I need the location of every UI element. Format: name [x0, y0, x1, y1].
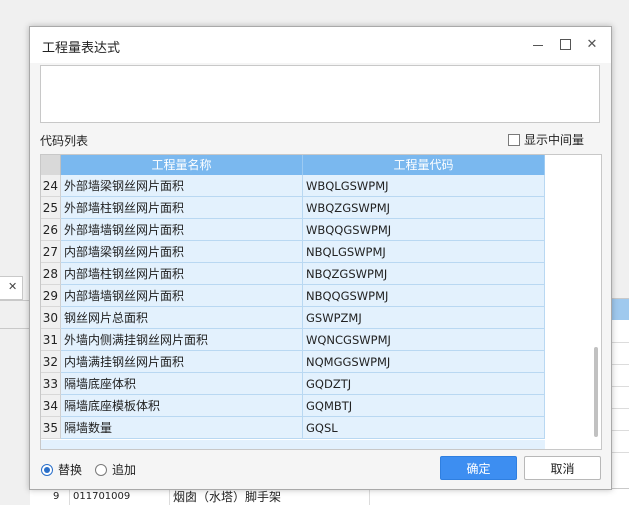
table-row[interactable]: 25 外部墙柱钢丝网片面积 WBQZGSWPMJ [41, 197, 545, 219]
row-number[interactable]: 35 [41, 417, 61, 439]
table-row[interactable]: 26 外部墙墙钢丝网片面积 WBQQGSWPMJ [41, 219, 545, 241]
quantity-code-cell[interactable]: WBQQGSWPMJ [303, 219, 545, 241]
row-number[interactable]: 30 [41, 307, 61, 329]
radio-selected-icon[interactable] [41, 463, 53, 476]
code-list-grid[interactable]: 工程量名称 工程量代码 24 外部墙梁钢丝网片面积 WBQLGSWPMJ 25 外部墙柱… [40, 154, 602, 450]
quantity-code-cell[interactable]: GSWPZMJ [303, 307, 545, 329]
minimize-icon [533, 45, 543, 46]
table-row[interactable]: 31 外墙内侧满挂钢丝网片面积 WQNCGSWPMJ [41, 329, 545, 351]
checkbox-icon[interactable] [508, 133, 520, 146]
quantity-name-cell[interactable]: 内部墙柱钢丝网片面积 [61, 263, 303, 285]
background-divider [0, 300, 30, 301]
background-row-line [610, 430, 629, 431]
quantity-name-cell[interactable]: 隔墙底座模板体积 [61, 395, 303, 417]
table-row[interactable]: 34 隔墙底座模板体积 GQMBTJ [41, 395, 545, 417]
quantity-code-cell[interactable]: GQDZTJ [303, 373, 545, 395]
table-row[interactable]: 24 外部墙梁钢丝网片面积 WBQLGSWPMJ [41, 175, 545, 197]
table-row[interactable]: 28 内部墙柱钢丝网片面积 NBQZGSWPMJ [41, 263, 545, 285]
show-intermediate-checkbox[interactable]: 显示中间量 [508, 131, 584, 148]
row-number[interactable]: 25 [41, 197, 61, 219]
replace-label: 替换 [58, 463, 83, 477]
quantity-code-cell[interactable]: GQSL [303, 417, 545, 439]
table-row[interactable]: 32 内墙满挂钢丝网片面积 NQMGGSWPMJ [41, 351, 545, 373]
row-number[interactable]: 26 [41, 219, 61, 241]
background-row-line [610, 408, 629, 409]
row-number[interactable]: 34 [41, 395, 61, 417]
quantity-code-cell[interactable]: NBQLGSWPMJ [303, 241, 545, 263]
quantity-name-cell[interactable]: 隔墙数量 [61, 417, 303, 439]
quantity-name-cell[interactable]: 内墙满挂钢丝网片面积 [61, 351, 303, 373]
column-header-code[interactable]: 工程量代码 [303, 155, 545, 175]
append-label: 追加 [112, 463, 137, 477]
table-row[interactable]: 33 隔墙底座体积 GQDZTJ [41, 373, 545, 395]
minimize-button[interactable] [528, 35, 548, 55]
background-panel [610, 320, 629, 490]
radio-unselected-icon[interactable] [95, 463, 107, 476]
dialog-title: 工程量表达式 [42, 41, 121, 56]
quantity-name-cell[interactable]: 外部墙柱钢丝网片面积 [61, 197, 303, 219]
quantity-code-cell[interactable]: NQMGGSWPMJ [303, 351, 545, 373]
expression-input[interactable] [40, 65, 600, 123]
table-row[interactable]: 27 内部墙梁钢丝网片面积 NBQLGSWPMJ [41, 241, 545, 263]
quantity-code-cell[interactable]: WBQLGSWPMJ [303, 175, 545, 197]
ok-button[interactable]: 确定 [440, 456, 517, 480]
quantity-code-cell[interactable]: NBQQGSWPMJ [303, 285, 545, 307]
code-list-label: 代码列表 [40, 134, 89, 148]
maximize-button[interactable] [555, 35, 575, 55]
close-button[interactable]: ✕ [582, 35, 602, 55]
quantity-name-cell[interactable]: 内部墙梁钢丝网片面积 [61, 241, 303, 263]
row-number[interactable]: 28 [41, 263, 61, 285]
grid-header: 工程量名称 工程量代码 [41, 155, 601, 175]
background-row-line [610, 386, 629, 387]
scrollbar-thumb[interactable] [594, 347, 598, 437]
close-icon: ✕ [586, 37, 598, 52]
maximize-icon [560, 39, 571, 50]
row-number[interactable]: 27 [41, 241, 61, 263]
grid-header-empty [545, 155, 601, 175]
row-number[interactable]: 24 [41, 175, 61, 197]
background-tab[interactable]: ✕ [0, 276, 23, 300]
title-bar[interactable]: 工程量表达式 ✕ [30, 27, 611, 63]
grid-corner[interactable] [41, 155, 61, 175]
quantity-name-cell[interactable]: 外部墙墙钢丝网片面积 [61, 219, 303, 241]
cancel-button[interactable]: 取消 [524, 456, 601, 480]
row-number[interactable]: 29 [41, 285, 61, 307]
vertical-scrollbar[interactable] [591, 175, 601, 449]
background-row-name: 烟囱（水塔）脚手架 [170, 489, 370, 505]
column-header-name[interactable]: 工程量名称 [61, 155, 303, 175]
background-row-line [610, 342, 629, 343]
background-table-row[interactable]: 9 011701009 烟囱（水塔）脚手架 [30, 488, 629, 505]
grid-footer [41, 440, 545, 449]
quantity-name-cell[interactable]: 隔墙底座体积 [61, 373, 303, 395]
quantity-name-cell[interactable]: 钢丝网片总面积 [61, 307, 303, 329]
background-row-code: 011701009 [70, 489, 170, 505]
replace-radio[interactable]: 替换 [41, 461, 82, 478]
quantity-code-cell[interactable]: WQNCGSWPMJ [303, 329, 545, 351]
quantity-name-cell[interactable]: 内部墙墙钢丝网片面积 [61, 285, 303, 307]
quantity-code-cell[interactable]: GQMBTJ [303, 395, 545, 417]
background-row-number: 9 [50, 489, 70, 505]
quantity-code-cell[interactable]: WBQZGSWPMJ [303, 197, 545, 219]
quantity-name-cell[interactable]: 外部墙梁钢丝网片面积 [61, 175, 303, 197]
table-row[interactable]: 35 隔墙数量 GQSL [41, 417, 545, 439]
table-row[interactable]: 30 钢丝网片总面积 GSWPZMJ [41, 307, 545, 329]
row-number[interactable]: 32 [41, 351, 61, 373]
table-row[interactable]: 29 内部墙墙钢丝网片面积 NBQQGSWPMJ [41, 285, 545, 307]
background-divider [0, 328, 30, 329]
close-icon[interactable]: ✕ [8, 280, 17, 293]
quantity-name-cell[interactable]: 外墙内侧满挂钢丝网片面积 [61, 329, 303, 351]
background-row-line [610, 364, 629, 365]
row-number[interactable]: 33 [41, 373, 61, 395]
append-radio[interactable]: 追加 [95, 461, 136, 478]
background-row-line [610, 452, 629, 453]
background-selected-cell [610, 298, 629, 322]
show-intermediate-label: 显示中间量 [524, 133, 585, 147]
quantity-code-cell[interactable]: NBQZGSWPMJ [303, 263, 545, 285]
row-number[interactable]: 31 [41, 329, 61, 351]
quantity-expression-dialog: 工程量表达式 ✕ 代码列表 显示中间量 工程量名称 工程量代码 24 外部墙梁钢丝… [29, 26, 612, 490]
